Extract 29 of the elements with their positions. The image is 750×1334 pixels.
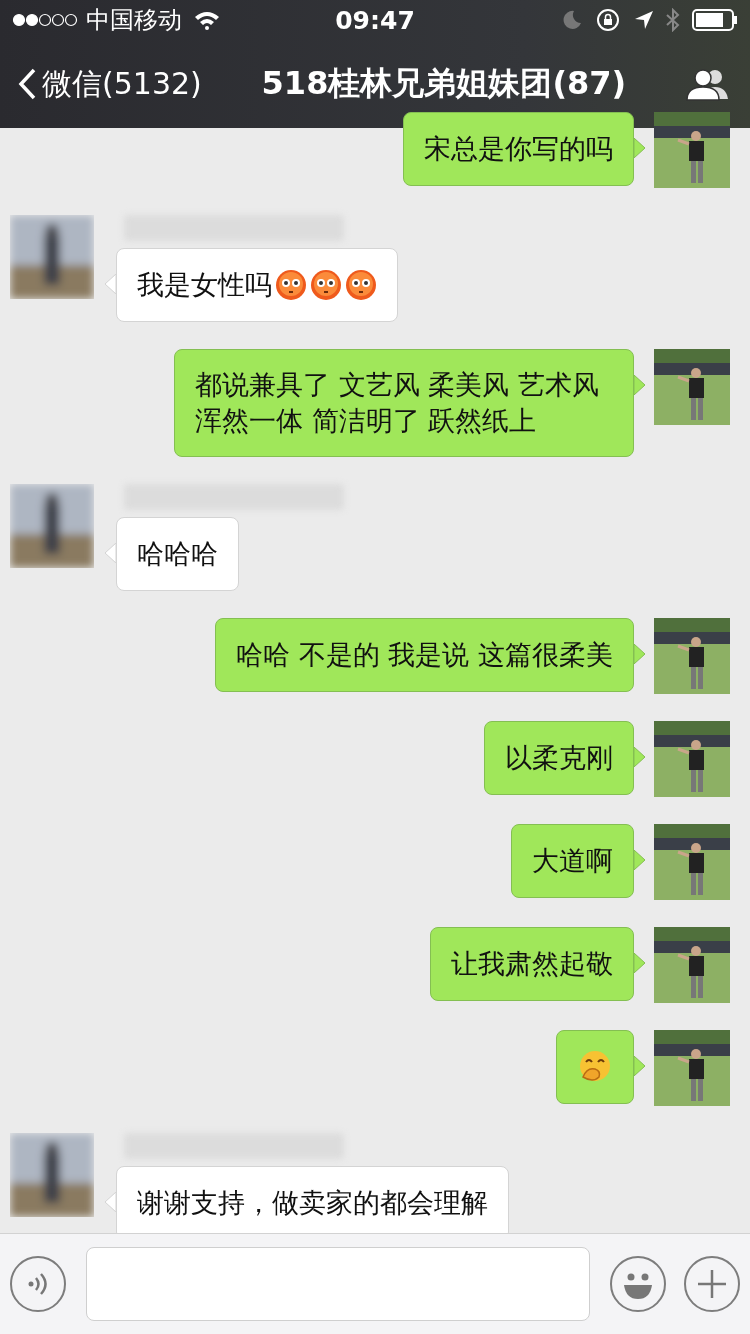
location-arrow-icon	[634, 10, 654, 30]
clock-time: 09:47	[335, 5, 415, 35]
message-text: 大道啊	[532, 844, 613, 878]
message-text: 我是女性吗	[137, 268, 272, 302]
flushed-face-icon	[275, 269, 307, 301]
plus-icon	[696, 1268, 728, 1300]
emoji-button[interactable]	[610, 1256, 666, 1312]
battery-icon	[692, 9, 738, 31]
message-text: 哈哈 不是的 我是说 这篇很柔美	[236, 638, 613, 672]
message-text: 宋总是你写的吗	[424, 132, 613, 166]
plus-button[interactable]	[684, 1256, 740, 1312]
wifi-icon	[194, 10, 220, 30]
message-text: 以柔克刚	[505, 741, 613, 775]
message-text: 谢谢支持，做卖家的都会理解	[137, 1186, 488, 1220]
back-link[interactable]: 微信(5132)	[18, 63, 202, 105]
rotation-lock-icon	[596, 8, 620, 32]
back-chevron-icon	[18, 68, 36, 100]
chat-title: 518桂林兄弟姐妹团(87)	[260, 63, 628, 104]
flushed-face-icon	[310, 269, 342, 301]
flushed-face-icon	[345, 269, 377, 301]
voice-button[interactable]	[10, 1256, 66, 1312]
moon-icon	[562, 10, 582, 30]
bluetooth-icon	[666, 8, 680, 32]
signal-icon	[12, 13, 78, 27]
carrier-name: 中国移动	[86, 5, 182, 36]
message-text: 让我肃然起敬	[451, 947, 613, 981]
message-text: 都说兼具了 文艺风 柔美风 艺术风浑然一体 简洁明了 跃然纸上	[195, 368, 600, 438]
message-text: 哈哈哈	[137, 537, 218, 571]
message-input-field[interactable]	[86, 1247, 590, 1321]
